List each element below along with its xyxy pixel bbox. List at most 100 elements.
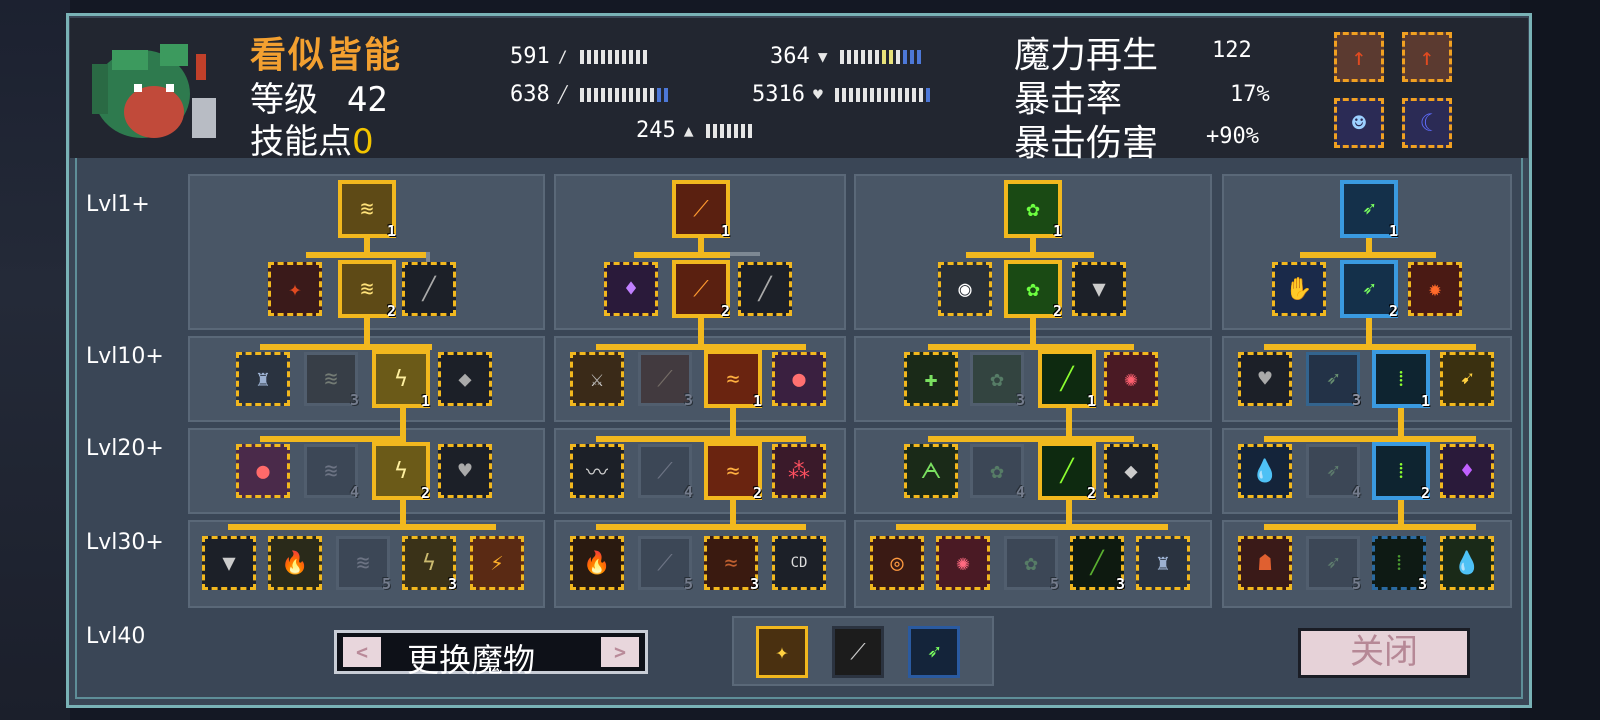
skill-node[interactable]: ╱ [402,262,456,316]
skill-node[interactable]: ⟋ 4 [638,444,693,501]
skill-node[interactable]: ◎ [870,536,924,590]
level-tier-label: Lvl30+ [86,530,164,555]
skill-node[interactable]: ≋ 2 [338,260,396,320]
skill-node[interactable]: ╱ 1 [1038,350,1096,410]
skill-node[interactable]: ▼ [1072,262,1126,316]
skill-node[interactable]: ♜ [236,352,290,406]
skill-node[interactable]: 💧 [1440,536,1494,590]
skill-tree-3: ✿ 1 ◉ ✿ 2 ▼ ✚ ✿ 3 ╱ 1 ✺ ᗅ ✿ 4 ╱ 2 ◆ ◎ ✺ ✿ 5 ╱ 3 … [854,174,1212,608]
stat-bar [705,123,752,138]
level-tier-label: Lvl10+ [86,344,164,369]
skill-node[interactable]: ✹ [1408,262,1462,316]
speed-icon: ▲ [683,120,694,140]
skill-node[interactable]: ≋ 1 [338,180,396,240]
skill-node[interactable]: 💧 [1238,444,1292,498]
skill-node[interactable]: 🔥 [570,536,624,590]
skill-node[interactable]: ✺ [936,536,990,590]
skill-node[interactable]: ☗ [1238,536,1292,590]
arrow-up-icon: ↑ [1351,43,1367,71]
skill-node[interactable]: ● [772,352,826,406]
stat-bar [839,49,921,64]
skill-node[interactable]: ≈2 [704,442,762,502]
skill-tree-4: ➶ 1 ✋ ➶ 2 ✹ ♥ ➶ 3 ⁞ 1 ➹ 💧 ➶ 4 ⁞ 2 ♦ ☗ ➶ 5 ⁞ 3 💧 [1222,174,1512,608]
skill-node[interactable]: ⟋ 5 [638,536,693,593]
regen-value: 122 [1212,38,1252,63]
shield-icon: ▼ [817,46,828,66]
close-button[interactable]: 关闭 [1298,628,1470,678]
skill-node[interactable]: ✿ 3 [970,352,1025,409]
stat-health: 5316 ♥ [752,82,930,107]
skill-node[interactable]: ⟋ 1 [672,180,730,240]
skill-node[interactable]: ✿ 2 [1004,260,1062,320]
skill-node[interactable]: ♥ [438,444,492,498]
upgrade-weapon-button[interactable]: ↑ [1334,32,1384,82]
skill-node[interactable]: ≋ 3 [304,352,359,409]
stat-defense: 364 ▼ [770,44,921,69]
skill-node[interactable]: ╱ 2 [1038,442,1096,502]
skill-node[interactable]: ✦ [268,262,322,316]
skill-node[interactable]: ◉ [938,262,992,316]
skill-node[interactable]: ● [236,444,290,498]
skill-node[interactable]: ≋ 5 [336,536,391,593]
stat-speed: 245 ▲ [636,118,752,143]
skill-node[interactable]: ➶ 2 [1340,260,1398,320]
skill-node[interactable]: ⚡ [470,536,524,590]
skill-node[interactable]: ᗅ [904,444,958,498]
stat-bar [579,49,647,64]
skill-node[interactable]: ⁞ 2 [1372,442,1430,502]
skill-node[interactable]: ➶ 1 [1340,180,1398,240]
skill-node[interactable]: ✚ [904,352,958,406]
level-tier-label: Lvl40 [86,624,146,649]
skill-node[interactable]: ♦ [604,262,658,316]
prev-monster-button[interactable]: < [343,637,381,667]
next-monster-button[interactable]: > [601,637,639,667]
skill-node[interactable]: 🔥 [268,536,322,590]
arrow-up-icon: ↑ [1419,43,1435,71]
skill-node[interactable]: ◆ [1104,444,1158,498]
moon-button[interactable]: ☾ [1402,98,1452,148]
skill-node[interactable]: ✿ 4 [970,444,1025,501]
skill-node[interactable]: ⚔ [570,352,624,406]
level-tier-label: Lvl1+ [86,192,150,217]
skill-node[interactable]: ➶ 3 [1306,352,1361,409]
skill-node[interactable]: 〰 [570,444,624,498]
skill-points-value: 0 [352,122,374,162]
skill-node[interactable]: ➶ 5 [1306,536,1361,593]
preset-slot-2[interactable]: ⟋ [832,626,884,678]
skill-node[interactable]: CD [772,536,826,590]
skill-node[interactable]: ╱ 3 [1070,536,1125,593]
skill-node[interactable]: ϟ3 [402,536,457,593]
skill-node[interactable]: ╱ [738,262,792,316]
skill-node[interactable]: ⟋ 3 [638,352,693,409]
skill-node[interactable]: ϟ1 [372,350,430,410]
skill-node[interactable]: ✺ [1104,352,1158,406]
hero-shield-button[interactable]: ☻ [1334,98,1384,148]
skill-node[interactable]: ≈1 [704,350,762,410]
skill-tree-1: ≋ 1 ✦ ≋ 2 ╱ ♜ ≋ 3 ϟ1 ◆ ● ≋ 4 ϟ2 ♥ ▼ 🔥 ≋ 5 ϟ3 … [188,174,545,608]
swap-monster-label[interactable]: 更换魔物 [407,635,535,681]
skill-node[interactable]: ≈3 [704,536,759,593]
skill-node[interactable]: ➹ [1440,352,1494,406]
preset-slot-1[interactable]: ✦ [756,626,808,678]
skill-node[interactable]: ✿ 5 [1004,536,1059,593]
skill-node[interactable]: ⟋ 2 [672,260,730,320]
skill-node[interactable]: ✋ [1272,262,1326,316]
skill-node[interactable]: ◆ [438,352,492,406]
skill-node[interactable]: ♦ [1440,444,1494,498]
stat-magic: 638 ╱ [510,82,668,107]
skill-node[interactable]: ♜ [1136,536,1190,590]
skill-node[interactable]: ♥ [1238,352,1292,406]
skill-node[interactable]: ≋ 4 [304,444,359,501]
skill-node[interactable]: ⁞ 1 [1372,350,1430,410]
preset-slot-3[interactable]: ➶ [908,626,960,678]
skill-node[interactable]: ⁂ [772,444,826,498]
skill-node[interactable]: ▼ [202,536,256,590]
skill-node[interactable]: ⁞ 3 [1372,536,1427,593]
stat-bar [579,87,668,102]
moon-icon: ☾ [1419,109,1435,137]
monster-portrait [86,30,228,146]
skill-node[interactable]: ϟ2 [372,442,430,502]
upgrade-sword-button[interactable]: ↑ [1402,32,1452,82]
skill-node[interactable]: ➶ 4 [1306,444,1361,501]
skill-node[interactable]: ✿ 1 [1004,180,1062,240]
